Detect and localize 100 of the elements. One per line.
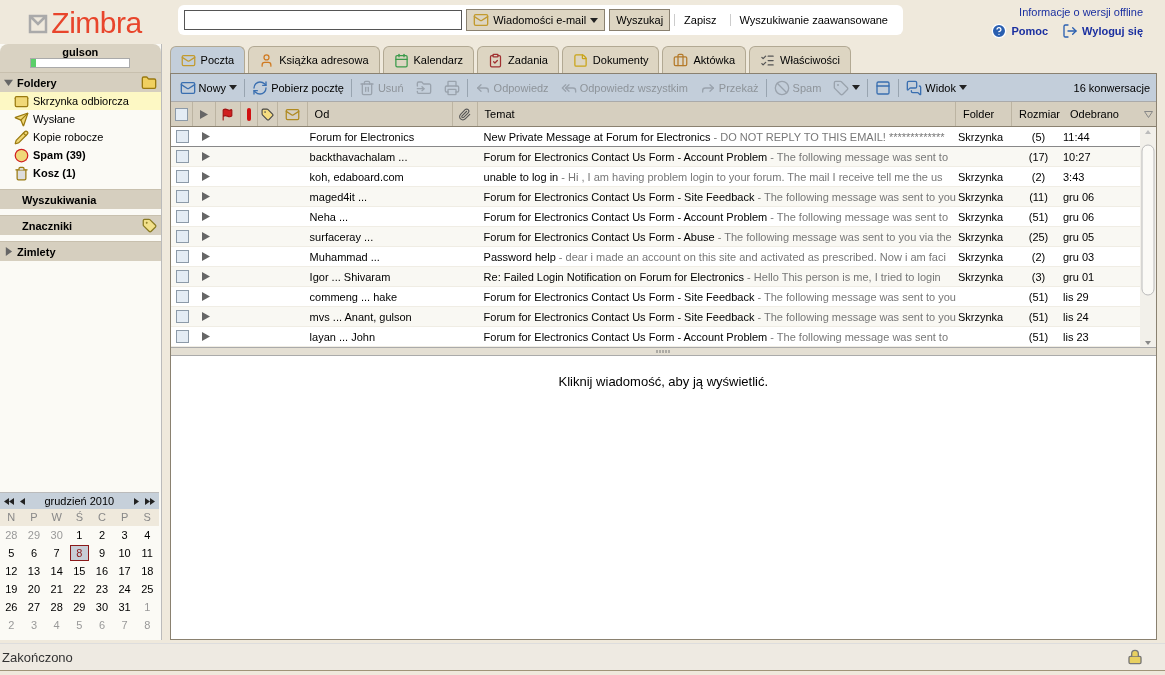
expand-arrow-icon[interactable]: [201, 152, 210, 161]
calendar-day[interactable]: 6: [24, 545, 44, 561]
select-all-checkbox[interactable]: [174, 107, 188, 121]
calendar-day[interactable]: 21: [47, 581, 66, 597]
expand-arrow-icon[interactable]: [201, 172, 210, 181]
message-row[interactable]: commeng ... hake Forum for Electronics Contact Us Form - Site Feedback - The following message was sent to you (51) lis 29: [170, 287, 1140, 307]
searches-header[interactable]: Wyszukiwania: [0, 189, 161, 209]
splitter-grip-icon[interactable]: [656, 350, 671, 353]
expand-arrow-icon[interactable]: [201, 292, 210, 301]
calendar-day[interactable]: 29: [69, 599, 89, 615]
message-row[interactable]: mvs ... Anant, gulson Forum for Electronics Contact Us Form - Site Feedback - The following message was sent to you Skrzynka (51) lis 24: [170, 307, 1140, 327]
calendar-day[interactable]: 22: [69, 581, 89, 597]
message-row[interactable]: Igor ... Shivaram Re: Failed Login Notification on Forum for Electronics - Hello This person is me, I tried to login Skrzynka (3) gru 01: [170, 267, 1140, 287]
sort-arrow-icon[interactable]: [1143, 110, 1153, 118]
app-tab[interactable]: Właściwości: [749, 46, 851, 73]
message-row[interactable]: Neha ... Forum for Electronics Contact Us Form - Account Problem - The following message was sent to Skrzynka (51) gru 06: [170, 207, 1140, 227]
calendar-day[interactable]: 19: [2, 581, 21, 597]
expand-arrow-icon[interactable]: [201, 212, 210, 221]
row-checkbox[interactable]: [175, 190, 189, 203]
expand-arrow-icon[interactable]: [201, 232, 210, 241]
calendar-day[interactable]: 15: [69, 563, 89, 579]
row-checkbox[interactable]: [175, 250, 189, 263]
app-tab[interactable]: Poczta: [169, 46, 246, 73]
calendar-day[interactable]: 10: [115, 545, 134, 561]
expand-arrow-icon[interactable]: [201, 252, 210, 261]
folders-header[interactable]: Foldery: [0, 72, 161, 92]
row-checkbox[interactable]: [175, 330, 189, 343]
calendar-day[interactable]: 13: [24, 563, 44, 579]
calendar-day[interactable]: 24: [115, 581, 134, 597]
toolbar-button[interactable]: Nowy: [174, 79, 243, 96]
folder-item[interactable]: Spam (39): [0, 146, 161, 164]
calendar-day[interactable]: 8: [69, 545, 89, 561]
app-tab[interactable]: Aktówka: [662, 46, 747, 73]
calendar-day[interactable]: 20: [24, 581, 44, 597]
calendar-day[interactable]: 7: [47, 545, 66, 561]
app-tab[interactable]: Dokumenty: [561, 46, 660, 73]
folder-item[interactable]: Kopie robocze: [0, 128, 161, 146]
column-header[interactable]: Rozmiar: [1012, 102, 1063, 126]
calendar-day[interactable]: 1: [69, 527, 89, 543]
row-checkbox[interactable]: [175, 170, 189, 183]
calendar-day[interactable]: 4: [137, 527, 157, 543]
calendar-day[interactable]: 25: [137, 581, 157, 597]
search-type-dropdown[interactable]: Wiadomości e-mail: [466, 9, 606, 31]
app-tab[interactable]: Zadania: [477, 46, 559, 73]
collapse-arrow-icon[interactable]: [4, 78, 13, 87]
folder-item[interactable]: Skrzynka odbiorcza: [0, 92, 161, 110]
app-tab[interactable]: Książka adresowa: [248, 46, 380, 73]
column-header[interactable]: Folder: [956, 102, 1012, 126]
expand-arrow-icon[interactable]: [201, 272, 210, 281]
row-checkbox[interactable]: [175, 230, 189, 243]
row-checkbox[interactable]: [175, 210, 189, 223]
help-link[interactable]: Pomoc: [991, 23, 1049, 39]
message-row[interactable]: Forum for Electronics New Private Message at Forum for Electronics - DO NOT REPLY TO THIS EMAIL! ************* Skrzynka (5) 11:44: [170, 127, 1140, 147]
folder-item[interactable]: Wysłane: [0, 110, 161, 128]
column-header[interactable]: Od: [307, 102, 453, 126]
next-month-icon[interactable]: [133, 497, 139, 505]
calendar-day[interactable]: 18: [137, 563, 157, 579]
toolbar-button[interactable]: Widok: [901, 79, 972, 96]
calendar-day[interactable]: 31: [115, 599, 134, 615]
row-checkbox[interactable]: [175, 270, 189, 283]
message-row[interactable]: maged4it ... Forum for Electronics Contact Us Form - Site Feedback - The following message was sent to you Skrzynka (11) gru 06: [170, 187, 1140, 207]
folder-item[interactable]: Kosz (1): [0, 164, 161, 182]
expand-arrow-icon[interactable]: [201, 192, 210, 201]
search-button[interactable]: Wyszukaj: [609, 9, 671, 31]
calendar-day[interactable]: 30: [92, 599, 112, 615]
app-tab[interactable]: Kalendarz: [382, 46, 475, 73]
calendar-day[interactable]: 27: [24, 599, 44, 615]
row-checkbox[interactable]: [175, 310, 189, 323]
next-year-icon[interactable]: [144, 497, 155, 505]
offline-info-link[interactable]: Informacje o wersji offline: [1019, 6, 1143, 18]
message-row[interactable]: surfaceray ... Forum for Electronics Contact Us Form - Abuse - The following message was sent to you via the Skrzynka (25) gru 05: [170, 227, 1140, 247]
expand-arrow-icon[interactable]: [4, 247, 13, 256]
message-row[interactable]: koh, edaboard.com unable to log in - Hi , I am having problem login to your forum. The mail I receive tell me the us Skrzynka (2) 3:43: [170, 167, 1140, 187]
calendar-day[interactable]: 14: [47, 563, 66, 579]
calendar-day[interactable]: 2: [92, 527, 112, 543]
row-checkbox[interactable]: [175, 130, 189, 143]
calendar-day[interactable]: 26: [2, 599, 21, 615]
column-header[interactable]: Odebrano: [1063, 102, 1140, 126]
toolbar-button[interactable]: Pobierz pocztę: [247, 79, 349, 96]
expand-arrow-icon[interactable]: [201, 312, 210, 321]
tags-header[interactable]: Znaczniki: [0, 215, 161, 235]
zimlets-header[interactable]: Zimlety: [0, 241, 161, 261]
expand-arrow-icon[interactable]: [201, 332, 210, 341]
previous-month-icon[interactable]: [20, 497, 25, 505]
row-checkbox[interactable]: [175, 290, 189, 303]
calendar-day[interactable]: 5: [2, 545, 21, 561]
search-link[interactable]: Zapisz: [674, 14, 726, 26]
message-row[interactable]: layan ... John Forum for Electronics Contact Us Form - Account Problem - The following message was sent to (51) lis 23: [170, 327, 1140, 347]
calendar-day[interactable]: 17: [115, 563, 134, 579]
calendar-day[interactable]: 11: [137, 545, 157, 561]
previous-year-icon[interactable]: [4, 497, 14, 505]
search-field[interactable]: [184, 10, 463, 30]
calendar-day[interactable]: 16: [92, 563, 112, 579]
calendar-day[interactable]: 23: [92, 581, 112, 597]
row-checkbox[interactable]: [175, 150, 189, 163]
calendar-day[interactable]: 9: [92, 545, 112, 561]
calendar-day[interactable]: 12: [2, 563, 21, 579]
message-row[interactable]: backthavachalam ... Forum for Electronics Contact Us Form - Account Problem - The following message was sent to (17) 10:27: [170, 147, 1140, 167]
expand-arrow-icon[interactable]: [201, 132, 210, 141]
column-header[interactable]: Temat: [477, 102, 956, 126]
